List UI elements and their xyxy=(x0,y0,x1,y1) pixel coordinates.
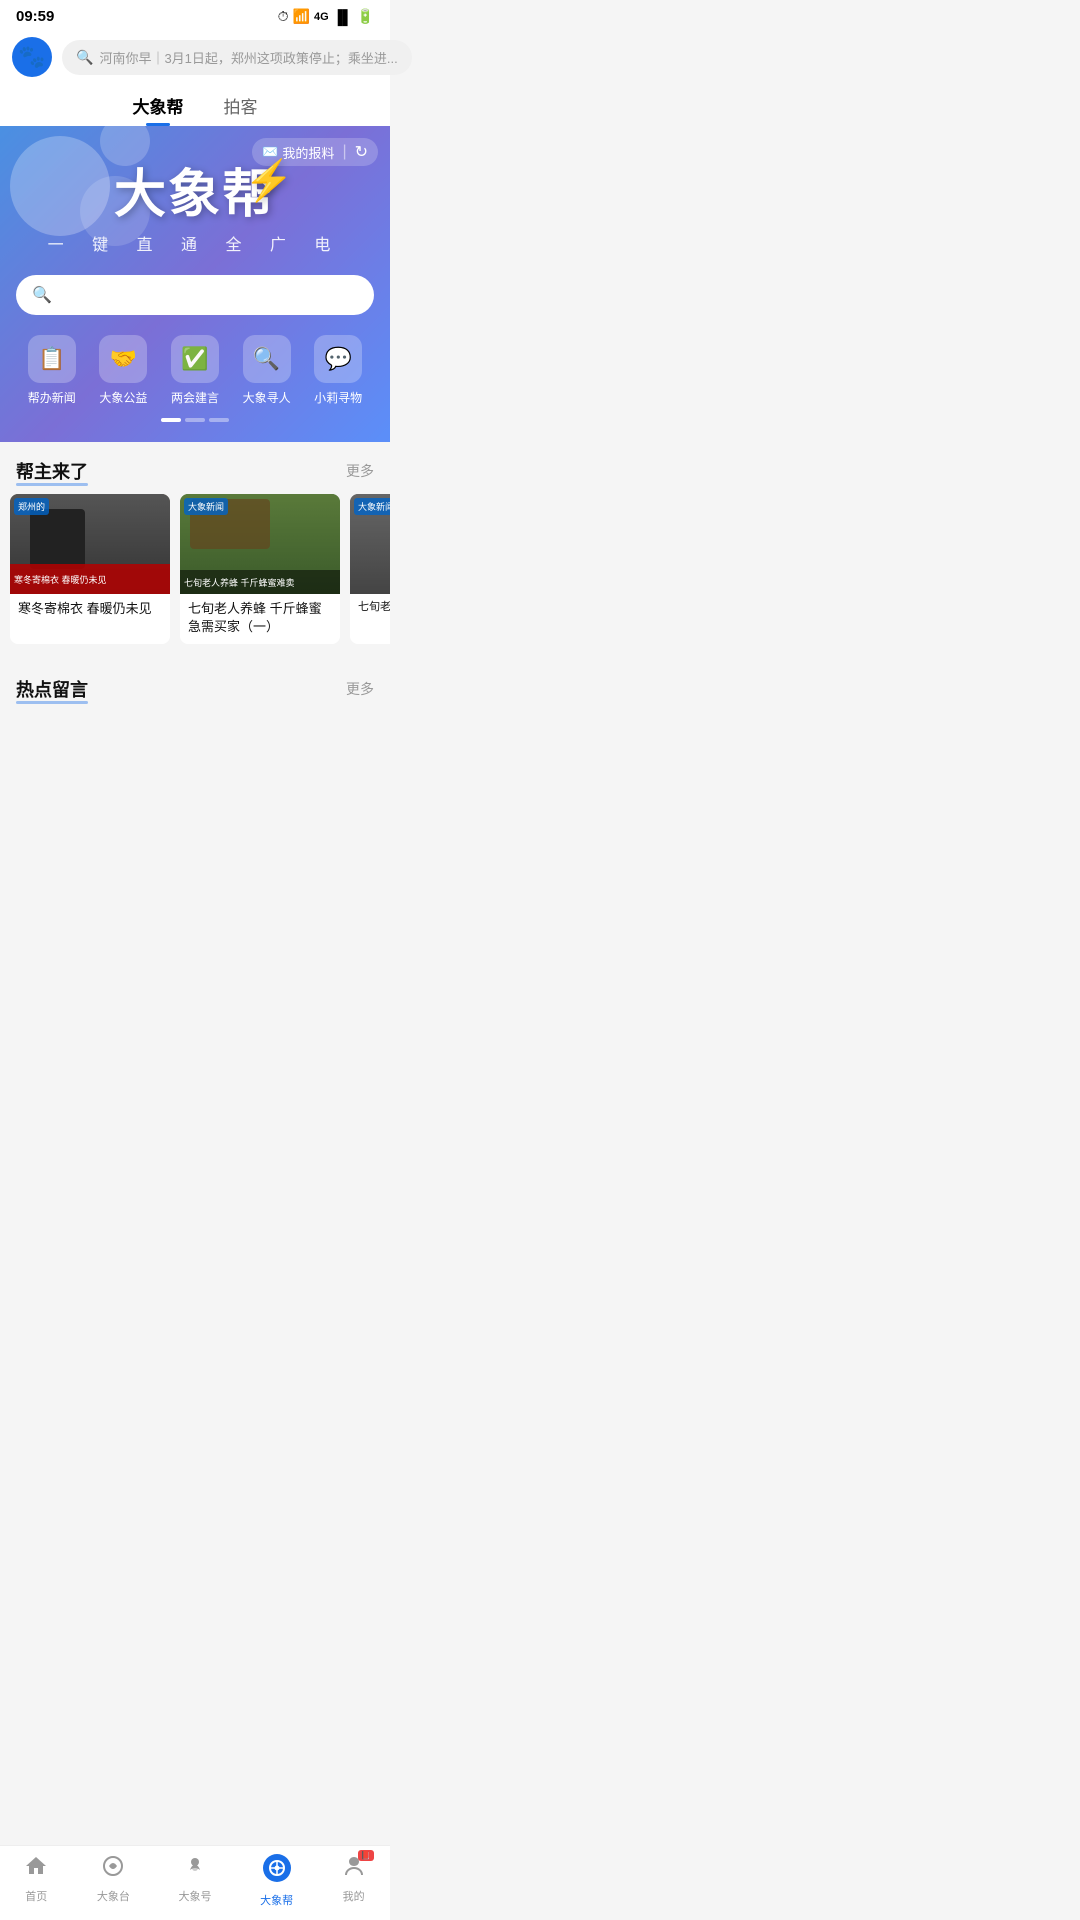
battery-icon: 🔋 xyxy=(357,8,374,25)
service-item-gongyi[interactable]: 🤝 大象公益 xyxy=(99,335,147,406)
banner-search-bar[interactable]: 🔍 xyxy=(16,275,374,315)
card-3-source: 大象新闻 xyxy=(354,498,390,515)
nav-home[interactable]: 首页 xyxy=(24,1854,48,1908)
card-2-source: 大象新闻 xyxy=(184,498,228,515)
gongyi-label: 大象公益 xyxy=(99,389,147,406)
status-time: 09:59 xyxy=(16,8,54,25)
signal-icon: ⏱ xyxy=(278,8,289,25)
service-item-bangban[interactable]: 📋 帮办新闻 xyxy=(28,335,76,406)
nav-daxiangbang-label: 大象帮 xyxy=(260,1892,293,1908)
card-3-caption: 七旬老... xyxy=(350,594,390,623)
xunwu-label: 小莉寻物 xyxy=(314,389,362,406)
tab-paike[interactable]: 拍客 xyxy=(224,93,258,126)
card-1-overlay-text: 寒冬寄棉衣 春暖仍未见 xyxy=(14,573,107,586)
lightning-icon: ⚡ xyxy=(244,157,296,204)
daxiangtai-icon xyxy=(101,1854,125,1885)
nav-home-label: 首页 xyxy=(25,1888,47,1904)
card-2-caption: 七旬老人养蜂 千斤蜂蜜急需买家（一） xyxy=(180,594,340,644)
daxiangbang-nav-icon xyxy=(263,1854,291,1889)
mine-badge: 📕 xyxy=(358,1850,374,1861)
xunren-icon: 🔍 xyxy=(243,335,291,383)
banner-divider: | xyxy=(342,143,346,161)
bangban-icon: 📋 xyxy=(28,335,76,383)
daxianghao-icon xyxy=(183,1854,207,1885)
dot-3 xyxy=(209,418,229,422)
wifi-icon: 📶 xyxy=(293,8,310,25)
card-1-source: 郑州的 xyxy=(14,498,49,515)
hot-section-header: 热点留言 更多 xyxy=(0,660,390,712)
service-grid: 📋 帮办新闻 🤝 大象公益 ✅ 两会建言 🔍 大象寻人 💬 小莉寻物 xyxy=(16,327,374,410)
tab-daxiangbang[interactable]: 大象帮 xyxy=(133,93,184,126)
nav-daxiangtai-label: 大象台 xyxy=(97,1888,130,1904)
card-2-image: 七旬老人养蜂 千斤蜂蜜难卖 大象新闻 xyxy=(180,494,340,594)
nav-daxianghao[interactable]: 大象号 xyxy=(178,1854,211,1908)
nav-daxiangtai[interactable]: 大象台 xyxy=(97,1854,130,1908)
service-item-lianghui[interactable]: ✅ 两会建言 xyxy=(171,335,219,406)
hot-title: 热点留言 xyxy=(16,676,88,702)
nav-mine-label: 我的 xyxy=(343,1888,365,1904)
card-1-caption: 寒冬寄棉衣 春暖仍未见 xyxy=(10,594,170,626)
service-item-xunren[interactable]: 🔍 大象寻人 xyxy=(243,335,291,406)
header: 🐾 🔍 河南你早｜3月1日起，郑州这项政策停止；乘坐进... xyxy=(0,29,390,85)
status-bar: 09:59 ⏱ 📶 4G ▐▌ 🔋 xyxy=(0,0,390,29)
status-icons: ⏱ 📶 4G ▐▌ 🔋 xyxy=(278,8,374,25)
bangban-label: 帮办新闻 xyxy=(28,389,76,406)
banner-search-icon: 🔍 xyxy=(32,285,52,305)
card-3-image: 大象新闻 xyxy=(350,494,390,594)
hot-section: 热点留言 更多 xyxy=(0,660,390,728)
bangzhu-card-1[interactable]: 寒冬寄棉衣 春暖仍未见 郑州的 寒冬寄棉衣 春暖仍未见 xyxy=(10,494,170,644)
lianghui-icon: ✅ xyxy=(171,335,219,383)
signal-bars-icon: ▐▌ xyxy=(333,9,353,25)
dot-1 xyxy=(161,418,181,422)
banner-main-title: 大象帮 ⚡ xyxy=(114,152,276,227)
bangzhu-card-3[interactable]: 大象新闻 七旬老... xyxy=(350,494,390,644)
xunwu-icon: 💬 xyxy=(314,335,362,383)
bangzhu-section: 帮主来了 更多 寒冬寄棉衣 春暖仍未见 郑州的 寒冬寄棉衣 春暖仍未见 xyxy=(0,442,390,660)
home-icon xyxy=(24,1854,48,1885)
hot-more[interactable]: 更多 xyxy=(346,679,374,699)
nav-daxianghao-label: 大象号 xyxy=(178,1888,211,1904)
dot-2 xyxy=(185,418,205,422)
bangzhu-title: 帮主来了 xyxy=(16,458,88,484)
service-item-xunwu[interactable]: 💬 小莉寻物 xyxy=(314,335,362,406)
logo-icon: 🐾 xyxy=(18,44,45,70)
mine-icon: 📕 xyxy=(342,1854,366,1885)
app-logo[interactable]: 🐾 xyxy=(12,37,52,77)
nav-daxiangbang[interactable]: 大象帮 xyxy=(260,1854,293,1908)
card-1-image: 寒冬寄棉衣 春暖仍未见 郑州的 xyxy=(10,494,170,594)
banner: ✉️ 我的报料 | ↻ 大象帮 ⚡ 一 键 直 通 全 广 电 🔍 📋 帮办新闻… xyxy=(0,126,390,442)
xunren-label: 大象寻人 xyxy=(243,389,291,406)
search-icon: 🔍 xyxy=(76,49,93,66)
main-tabs: 大象帮 拍客 xyxy=(0,85,390,126)
refresh-icon[interactable]: ↻ xyxy=(355,142,368,162)
bangzhu-more[interactable]: 更多 xyxy=(346,461,374,481)
main-search-bar[interactable]: 🔍 河南你早｜3月1日起，郑州这项政策停止；乘坐进... xyxy=(62,40,412,75)
nav-mine[interactable]: 📕 我的 xyxy=(342,1854,366,1908)
card-2-overlay-text: 七旬老人养蜂 千斤蜂蜜难卖 xyxy=(184,576,295,589)
bangzhu-card-2[interactable]: 七旬老人养蜂 千斤蜂蜜难卖 大象新闻 七旬老人养蜂 千斤蜂蜜急需买家（一） xyxy=(180,494,340,644)
lianghui-label: 两会建言 xyxy=(171,389,219,406)
banner-subtitle: 一 键 直 通 全 广 电 xyxy=(16,231,374,255)
search-hint-text: 河南你早｜3月1日起，郑州这项政策停止；乘坐进... xyxy=(99,48,397,67)
gongyi-icon: 🤝 xyxy=(99,335,147,383)
dots-indicator xyxy=(16,410,374,426)
bottom-nav: 首页 大象台 大象号 大象帮 xyxy=(0,1845,390,1920)
bangzhu-section-header: 帮主来了 更多 xyxy=(0,442,390,494)
network-icon: 4G xyxy=(314,11,329,23)
bangzhu-cards: 寒冬寄棉衣 春暖仍未见 郑州的 寒冬寄棉衣 春暖仍未见 七旬老人养蜂 千斤蜂蜜难… xyxy=(0,494,390,660)
